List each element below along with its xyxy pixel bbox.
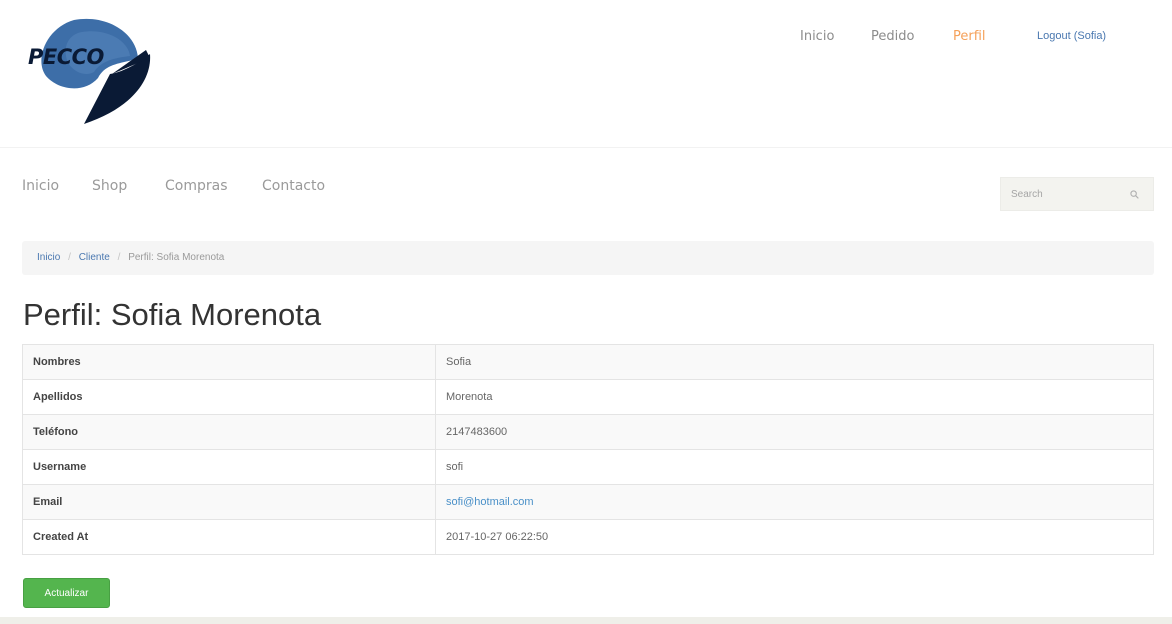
row-label-telefono: Teléfono [22, 414, 436, 450]
row-label-username: Username [22, 449, 436, 485]
email-link[interactable]: sofi@hotmail.com [435, 484, 1154, 520]
search-box [1000, 177, 1154, 211]
search-icon[interactable] [1130, 190, 1139, 199]
row-value-apellidos: Morenota [435, 379, 1154, 415]
site-header: PECCO Inicio Pedido Perfil Logout (Sofia… [0, 0, 1172, 148]
main-nav-compras[interactable]: Compras [165, 178, 228, 194]
breadcrumb-cliente[interactable]: Cliente [79, 252, 110, 263]
search-input[interactable] [1001, 178, 1125, 210]
row-value-username: sofi [435, 449, 1154, 485]
row-label-apellidos: Apellidos [22, 379, 436, 415]
table-row: Email sofi@hotmail.com [22, 484, 1154, 520]
top-nav-pedido[interactable]: Pedido [871, 29, 914, 44]
breadcrumb-separator: / [68, 252, 71, 263]
breadcrumb: Inicio / Cliente / Perfil: Sofia Morenot… [22, 241, 1154, 275]
table-row: Nombres Sofia [22, 344, 1154, 380]
page-title: Perfil: Sofia Morenota [23, 297, 322, 332]
main-nav-inicio[interactable]: Inicio [22, 178, 59, 194]
table-row: Teléfono 2147483600 [22, 414, 1154, 450]
profile-detail-table: Nombres Sofia Apellidos Morenota Teléfon… [22, 344, 1154, 555]
table-row: Apellidos Morenota [22, 379, 1154, 415]
actualizar-button[interactable]: Actualizar [23, 578, 110, 608]
top-nav-perfil[interactable]: Perfil [953, 29, 986, 44]
main-nav-contacto[interactable]: Contacto [262, 178, 325, 194]
breadcrumb-current: Perfil: Sofia Morenota [128, 252, 225, 263]
row-label-created-at: Created At [22, 519, 436, 555]
top-nav-inicio[interactable]: Inicio [800, 29, 834, 44]
row-label-email: Email [22, 484, 436, 520]
main-nav: Inicio Shop Compras Contacto [0, 178, 700, 198]
logout-link[interactable]: Logout (Sofia) [1037, 30, 1106, 42]
row-value-nombres: Sofia [435, 344, 1154, 380]
breadcrumb-separator: / [117, 252, 121, 263]
table-row: Username sofi [22, 449, 1154, 485]
footer-strip [0, 617, 1172, 624]
main-nav-shop[interactable]: Shop [92, 178, 127, 194]
row-value-created-at: 2017-10-27 06:22:50 [435, 519, 1154, 555]
table-row: Created At 2017-10-27 06:22:50 [22, 519, 1154, 555]
breadcrumb-inicio[interactable]: Inicio [37, 252, 60, 263]
row-label-nombres: Nombres [22, 344, 436, 380]
row-value-telefono: 2147483600 [435, 414, 1154, 450]
top-nav: Inicio Pedido Perfil Logout (Sofia) [0, 29, 1172, 49]
